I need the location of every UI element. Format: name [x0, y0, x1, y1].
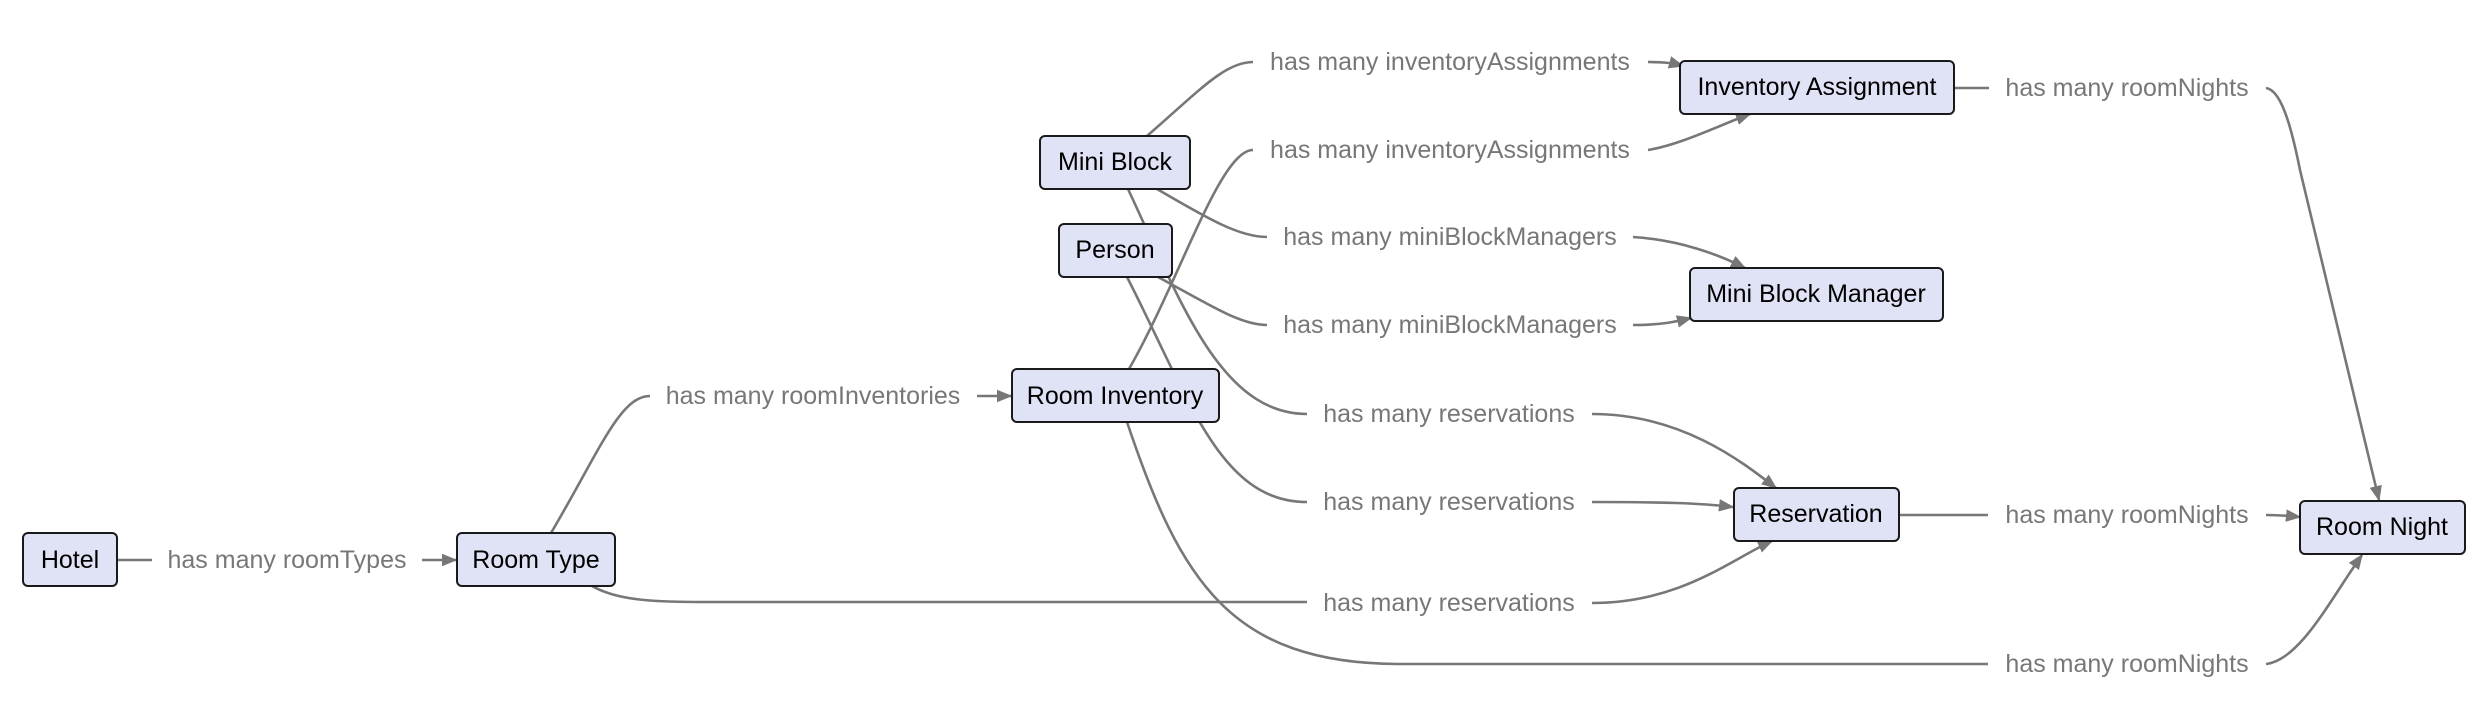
edge-mini-block-inventory-assignment-out [1647, 56, 1685, 69]
node-mini-block[interactable]: Mini Block [1039, 135, 1191, 190]
node-label: Inventory Assignment [1697, 73, 1936, 101]
node-inventory-assignment[interactable]: Inventory Assignment [1679, 60, 1955, 115]
edge-person-mini-block-manager-in [1157, 275, 1268, 327]
edge-mini-block-inventory-assignment-in [1146, 60, 1254, 137]
node-person[interactable]: Person [1058, 223, 1173, 278]
node-label: Hotel [41, 546, 99, 574]
edge-label-has-many-room-nights: has many roomNights [2005, 650, 2248, 678]
edge-inventory-assignment-room-night-out [2265, 86, 2382, 502]
node-label: Mini Block Manager [1706, 280, 1926, 308]
node-label: Room Night [2316, 513, 2448, 541]
node-room-inventory[interactable]: Room Inventory [1011, 368, 1220, 423]
edge-room-inventory-room-night-in [1125, 421, 1988, 666]
node-hotel[interactable]: Hotel [22, 532, 118, 587]
node-room-night[interactable]: Room Night [2299, 500, 2466, 555]
node-label: Reservation [1749, 500, 1882, 528]
edge-person-reservation-out [1591, 499, 1735, 512]
edge-label-has-many-reservations: has many reservations [1323, 488, 1575, 516]
edge-label-has-many-room-nights: has many roomNights [2005, 74, 2248, 102]
edge-room-inventory-room-night-out [2265, 553, 2364, 666]
edge-label-has-many-mini-block-managers: has many miniBlockManagers [1283, 223, 1616, 251]
node-mini-block-manager[interactable]: Mini Block Manager [1689, 267, 1944, 322]
edge-room-type-reservation-in [591, 584, 1307, 604]
edge-label-has-many-mini-block-managers: has many miniBlockManagers [1283, 311, 1616, 339]
edge-room-inventory-inventory-assignment-out [1647, 112, 1752, 152]
node-label: Room Inventory [1027, 382, 1204, 410]
node-reservation[interactable]: Reservation [1733, 487, 1900, 542]
edge-label-has-many-room-types: has many roomTypes [168, 546, 407, 574]
edge-label-has-many-reservations: has many reservations [1323, 400, 1575, 428]
node-room-type[interactable]: Room Type [456, 532, 616, 587]
edge-room-type-room-inventory-in [549, 394, 651, 534]
edge-label-has-many-inventory-assignments: has many inventoryAssignments [1270, 48, 1630, 76]
edge-reservation-room-night-out [2265, 509, 2302, 522]
relationship-diagram: has many roomTypes has many roomInventor… [22, 48, 2466, 678]
edge-person-mini-block-manager-out [1632, 315, 1693, 328]
edge-label-has-many-room-nights: has many roomNights [2005, 501, 2248, 529]
node-label: Person [1075, 236, 1154, 264]
edge-label-has-many-reservations: has many reservations [1323, 589, 1575, 617]
edge-room-type-reservation-out [1591, 539, 1774, 605]
edge-label-has-many-room-inventories: has many roomInventories [666, 382, 961, 410]
edge-mini-block-mini-block-manager-out [1632, 235, 1747, 270]
node-label: Mini Block [1058, 148, 1172, 176]
edge-mini-block-reservation-out [1591, 412, 1778, 490]
node-label: Room Type [472, 546, 599, 574]
edge-label-has-many-inventory-assignments: has many inventoryAssignments [1270, 136, 1630, 164]
